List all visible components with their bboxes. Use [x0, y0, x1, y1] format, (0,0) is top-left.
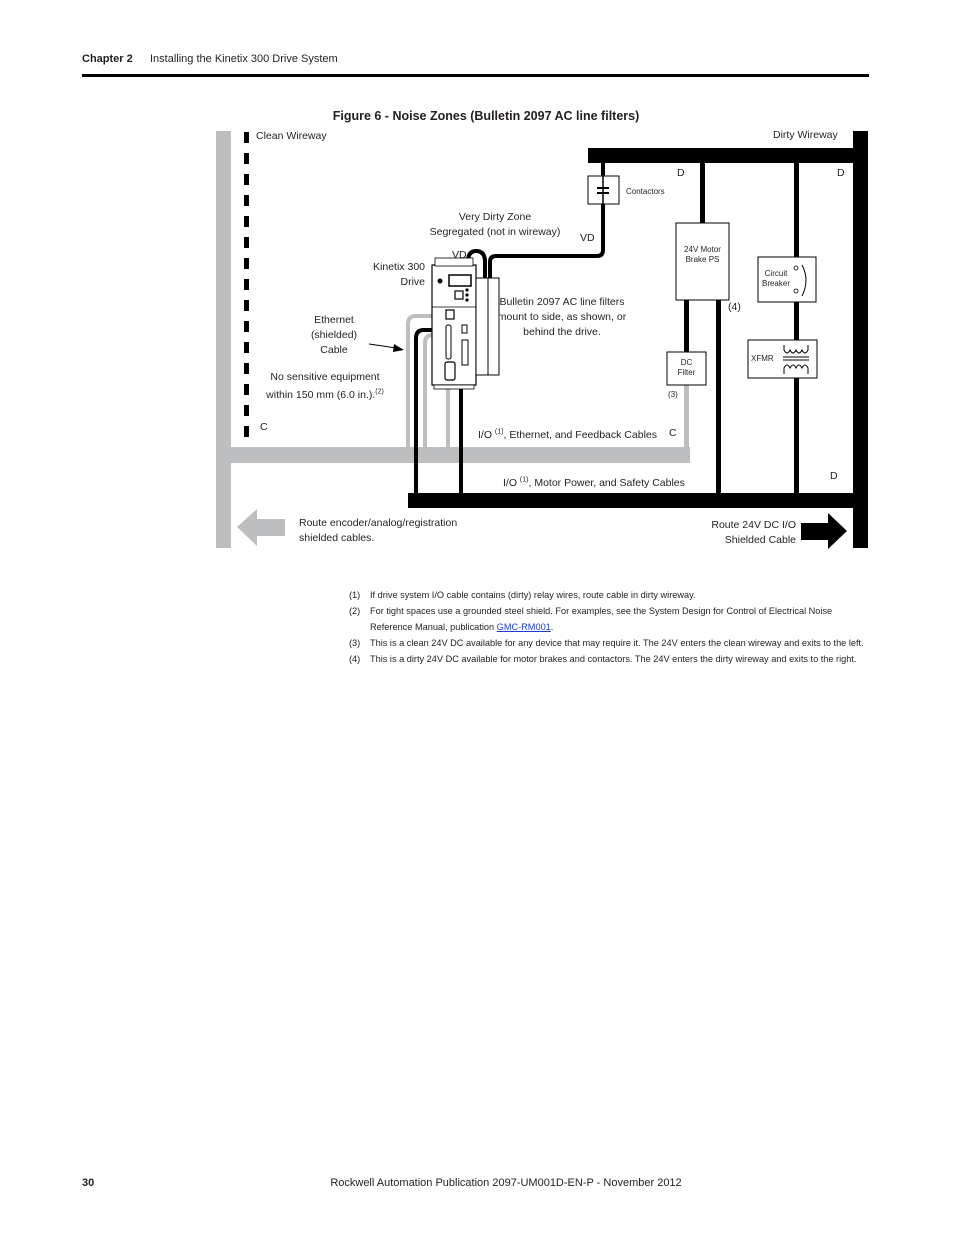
publication-info: Rockwell Automation Publication 2097-UM0…	[330, 1177, 682, 1189]
dirty-wireway-label: Dirty Wireway	[773, 129, 838, 141]
ac-line-filters-label: Bulletin 2097 AC line filters mount to s…	[497, 296, 627, 338]
clean-wireway-horizontal	[216, 447, 690, 463]
clean-wireway-label: Clean Wireway	[256, 130, 327, 142]
clean-zone-marker: C	[669, 427, 677, 439]
dirty-wireway-top	[588, 148, 868, 163]
note-item: (1) If drive system I/O cable contains (…	[349, 590, 696, 600]
gmc-rm001-link[interactable]: GMC-RM001	[497, 622, 551, 632]
dirty-zone-marker: D	[677, 167, 685, 179]
route-encoder-label: Route encoder/analog/registration shield…	[299, 517, 458, 544]
vd-label-drive: VD	[452, 249, 467, 261]
left-route-arrow	[237, 509, 285, 546]
dirty-zone-marker: D	[837, 167, 845, 179]
vd-label-top: VD	[580, 232, 595, 244]
note-item: (3) This is a clean 24V DC available for…	[349, 638, 864, 648]
ethernet-cable-label: Ethernet (shielded) Cable	[310, 314, 358, 356]
io-ethernet-feedback-label: I/O (1), Ethernet, and Feedback Cables	[478, 428, 657, 442]
route-24v-label: Route 24V DC I/O Shielded Cable	[711, 519, 796, 546]
circuit-breaker-label: Circuit Breaker	[761, 269, 790, 288]
ethernet-pointer-arrow	[393, 344, 404, 352]
no-sensitive-equipment-label: No sensitive equipment within 150 mm (6.…	[266, 371, 384, 401]
right-route-arrow	[801, 513, 847, 549]
dirty-zone-marker: D	[830, 470, 838, 482]
figure-notes: (1) If drive system I/O cable contains (…	[349, 587, 869, 667]
clean-zone-dashed-boundary	[244, 132, 249, 437]
io-motor-safety-label: I/O (1), Motor Power, and Safety Cables	[503, 476, 685, 490]
ac-line-filter	[475, 277, 489, 376]
dc-filter-label: DC Filter	[677, 358, 696, 377]
dirty-wireway-bottom	[408, 493, 868, 508]
clean-zone-marker: C	[260, 421, 268, 433]
brake-ps-label: 24V Motor Brake PS	[684, 245, 721, 264]
dc-filter-clean-lead	[684, 385, 689, 449]
contactors-label: Contactors	[626, 187, 665, 196]
note-item: (2) For tight spaces use a grounded stee…	[349, 606, 833, 632]
kinetix-drive-label: Kinetix 300 Drive	[373, 261, 425, 288]
clean-wireway-vertical	[216, 131, 231, 548]
footnote-ref-4: (4)	[728, 301, 741, 313]
xfmr-label: XFMR	[751, 354, 774, 363]
very-dirty-zone-label: Very Dirty Zone Segregated (not in wirew…	[429, 211, 561, 238]
note-item: (4) This is a dirty 24V DC available for…	[349, 654, 857, 664]
dirty-wireway-right	[853, 131, 868, 548]
kinetix-drive	[431, 257, 477, 390]
footnote-ref-3: (3)	[668, 390, 678, 399]
